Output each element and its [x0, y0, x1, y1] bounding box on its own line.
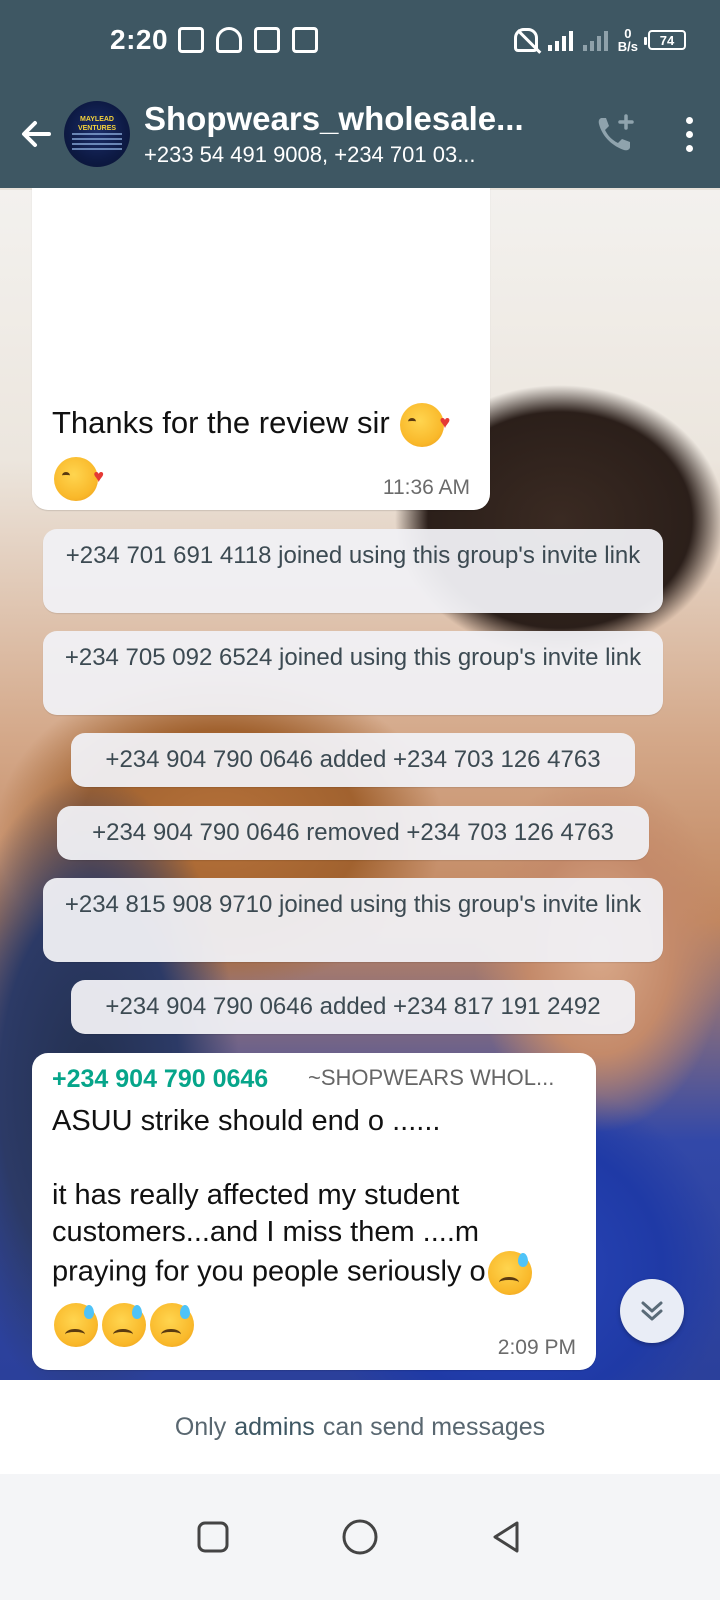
sender-pushname: ~SHOPWEARS WHOL... [308, 1065, 555, 1090]
system-message: +234 904 790 0646 added +234 703 126 476… [71, 733, 635, 787]
sad-sweat-face-icon [150, 1303, 194, 1347]
system-message: +234 815 908 9710 joined using this grou… [43, 878, 663, 962]
system-nav-bar [0, 1474, 720, 1600]
home-button[interactable] [330, 1507, 390, 1567]
system-message: +234 904 790 0646 added +234 817 191 249… [71, 980, 635, 1034]
scroll-to-bottom-button[interactable] [620, 1279, 684, 1343]
status-bar: 2:20 0 B/s 74 [0, 0, 720, 80]
system-message: +234 705 092 6524 joined using this grou… [43, 631, 663, 715]
banner-prefix: Only [174, 1412, 227, 1441]
triangle-icon [493, 1521, 519, 1553]
message-image[interactable] [40, 188, 482, 380]
signal-icon [547, 29, 573, 51]
message-bubble[interactable]: Thanks for the review sir 11:36 AM [32, 188, 490, 510]
back-arrow-icon[interactable] [16, 114, 56, 154]
sad-sweat-face-icon [487, 1251, 532, 1295]
sad-sweat-face-icon [54, 1303, 98, 1347]
double-chevron-down-icon [641, 1301, 663, 1321]
more-options-icon[interactable] [674, 104, 704, 164]
back-button[interactable] [477, 1507, 537, 1567]
message-time: 11:36 AM [382, 476, 470, 499]
admins-link[interactable]: admins [234, 1413, 315, 1442]
chat-header: MAYLEAD VENTURES Shopwears_wholesale... … [0, 80, 720, 188]
banner-suffix: can send messages [322, 1412, 546, 1441]
mute-icon [513, 28, 538, 52]
group-avatar[interactable]: MAYLEAD VENTURES [64, 101, 130, 167]
admins-only-banner: Only admins can send messages [0, 1380, 720, 1474]
battery-icon: 74 [644, 30, 686, 50]
avatar-logo-text: MAYLEAD VENTURES [77, 116, 117, 132]
message-time: 2:09 PM [497, 1336, 576, 1359]
system-message: +234 904 790 0646 removed +234 703 126 4… [57, 806, 649, 860]
square-icon [197, 1521, 229, 1553]
parking-icon [292, 27, 319, 53]
notes-icon [178, 27, 205, 53]
group-participants: +233 54 491 9008, +234 701 03... [144, 142, 476, 167]
missed-call-icon [216, 27, 243, 53]
recents-button[interactable] [183, 1507, 243, 1567]
signal-2-icon [582, 29, 608, 51]
smiling-face-with-hearts-icon [400, 395, 450, 449]
circle-icon [342, 1519, 378, 1555]
net-speed: 0 B/s [617, 26, 638, 54]
group-name: Shopwears_wholesale... [144, 100, 524, 137]
smiling-face-with-hearts-icon [54, 449, 104, 503]
status-time: 2:20 [110, 24, 169, 55]
message-bubble[interactable]: +234 904 790 0646 ~SHOPWEARS WHOL... ASU… [32, 1053, 596, 1370]
sad-sweat-face-icon [102, 1303, 146, 1347]
add-call-icon[interactable] [586, 104, 646, 164]
app-notification-icon [254, 27, 281, 53]
message-sender[interactable]: +234 904 790 0646 [52, 1065, 268, 1094]
message-text: ASUU strike should end o ...... it has r… [52, 1103, 582, 1347]
system-message: +234 701 691 4118 joined using this grou… [43, 529, 663, 613]
group-info[interactable]: Shopwears_wholesale... +233 54 491 9008,… [144, 100, 586, 168]
